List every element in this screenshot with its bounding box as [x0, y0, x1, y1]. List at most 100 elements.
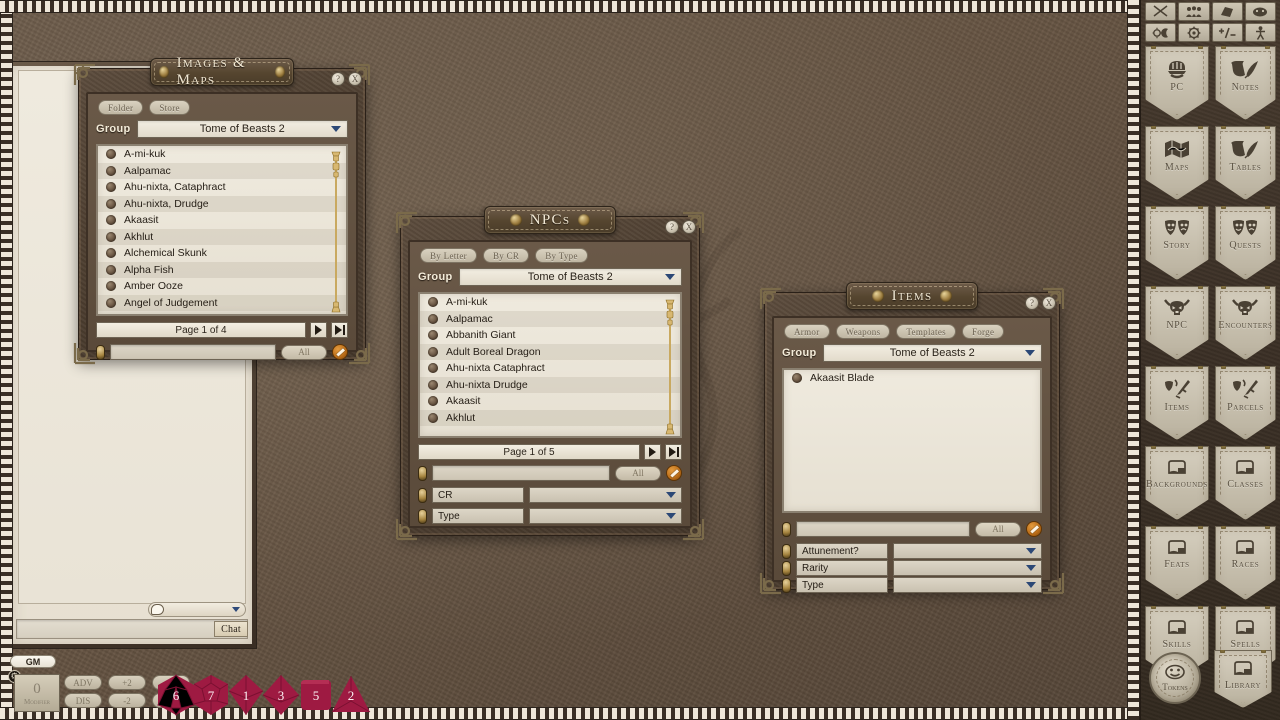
plus-minus-icon[interactable] [1211, 23, 1243, 42]
filter-select-rarity[interactable] [893, 560, 1042, 576]
filter-all-button[interactable]: All [615, 465, 661, 481]
sidebar-item-npc[interactable]: NPC [1145, 286, 1209, 360]
sidebar-item-races[interactable]: Races [1214, 526, 1276, 600]
tab-armor[interactable]: Armor [784, 324, 830, 339]
scrollbar[interactable] [664, 298, 676, 436]
list-item[interactable]: Alchemical Skunk [98, 245, 346, 262]
group-select[interactable]: Tome of Beasts 2 [458, 268, 682, 286]
tab-by-cr[interactable]: By CR [482, 248, 530, 263]
last-page-button[interactable] [665, 444, 682, 460]
edit-button[interactable] [666, 465, 682, 481]
list-item[interactable]: A-mi-kuk [98, 146, 346, 163]
items-list[interactable]: Akaasit Blade [782, 368, 1042, 513]
list-item[interactable]: Ahu-nixta Cataphract [420, 360, 680, 377]
filter-select-attunement[interactable] [893, 543, 1042, 559]
dice-modifier-button[interactable]: +2 [108, 675, 146, 690]
dice-modifier-button[interactable]: -2 [108, 693, 146, 708]
sidebar-item-notes[interactable]: Notes [1214, 46, 1276, 120]
tab-by-letter[interactable]: By Letter [420, 248, 477, 263]
sidebar-item-items[interactable]: Items [1145, 366, 1209, 440]
sidebar-item-story[interactable]: Story [1145, 206, 1209, 280]
list-item[interactable]: A-mi-kuk [420, 294, 680, 311]
next-page-button[interactable] [644, 444, 661, 460]
list-item[interactable]: Aalpamac [98, 162, 346, 179]
list-item[interactable]: Akaasit [420, 393, 680, 410]
page-indicator[interactable]: Page 1 of 5 [418, 444, 640, 460]
scrollbar[interactable] [330, 150, 342, 314]
list-item[interactable]: Abbanith Giant [420, 327, 680, 344]
sidebar-item-encounters[interactable]: Encounters [1214, 286, 1276, 360]
group-select[interactable]: Tome of Beasts 2 [822, 344, 1042, 362]
npc-list[interactable]: A-mi-kuk Aalpamac Abbanith Giant Adult Bore… [418, 292, 682, 438]
list-item[interactable]: Ahu-nixta Drudge [420, 376, 680, 393]
list-item[interactable]: Akaasit Blade [784, 370, 1040, 387]
list-item[interactable]: Aalpamac [420, 310, 680, 327]
list-item[interactable]: Adult Boreal Dragon [420, 343, 680, 360]
tab-by-type[interactable]: By Type [535, 248, 588, 263]
window-images-maps[interactable]: Images & Maps ? X Folder Store Group Tom… [73, 55, 371, 365]
list-item[interactable]: Angel of Judgement [98, 294, 346, 311]
filter-select-cr[interactable] [529, 487, 682, 503]
help-button[interactable]: ? [1025, 296, 1039, 310]
filter-select-type[interactable] [529, 508, 682, 524]
tab-folder[interactable]: Folder [98, 100, 144, 115]
modifiers-icon[interactable] [1211, 2, 1243, 21]
close-button[interactable]: X [1042, 296, 1056, 310]
sidebar-item-feats[interactable]: Feats [1145, 526, 1209, 600]
window-items[interactable]: Items ? X Armor Weapons Templates Forge … [759, 282, 1065, 595]
combat-icon[interactable] [1145, 2, 1177, 21]
sidebar-item-library[interactable]: Library [1214, 650, 1272, 708]
list-item[interactable]: Ahu-nixta, Cataphract [98, 179, 346, 196]
list-item[interactable]: Akhlut [98, 228, 346, 245]
sidebar-item-parcels[interactable]: Parcels [1214, 366, 1276, 440]
help-button[interactable]: ? [665, 220, 679, 234]
calendar-icon[interactable] [1145, 23, 1177, 42]
group-label: Group [418, 271, 453, 283]
modifier-box[interactable]: 0 Modifier [14, 674, 60, 712]
sidebar-item-maps[interactable]: Maps [1145, 126, 1209, 200]
close-button[interactable]: X [682, 220, 696, 234]
search-input[interactable] [432, 465, 610, 481]
window-npcs[interactable]: NPCs ? X By Letter By CR By Type Group T… [395, 206, 705, 541]
sidebar-item-backgrounds[interactable]: Backgrounds [1145, 446, 1209, 520]
die-d4[interactable]: 2 [330, 674, 372, 716]
options-icon[interactable] [1178, 23, 1210, 42]
close-button[interactable]: X [348, 72, 362, 86]
character-icon[interactable] [1244, 23, 1276, 42]
tab-templates[interactable]: Templates [896, 324, 956, 339]
filter-all-button[interactable]: All [975, 521, 1021, 537]
help-button[interactable]: ? [331, 72, 345, 86]
tab-weapons[interactable]: Weapons [835, 324, 891, 339]
sidebar-item-tokens[interactable]: Tokens [1149, 652, 1201, 704]
page-indicator[interactable]: Page 1 of 4 [96, 322, 306, 338]
search-input[interactable] [110, 344, 276, 360]
list-item[interactable]: Akhlut [420, 409, 680, 426]
next-page-button[interactable] [310, 322, 327, 338]
party-icon[interactable] [1178, 2, 1210, 21]
chat-send-button[interactable]: Chat [214, 621, 248, 637]
dice-modifier-button[interactable]: ADV [64, 675, 102, 690]
list-item[interactable]: Ahu-nixta, Drudge [98, 195, 346, 212]
list-item[interactable]: Alpha Fish [98, 261, 346, 278]
gm-tab[interactable]: GM [10, 655, 56, 668]
chevron-down-icon [1026, 548, 1036, 554]
tab-store[interactable]: Store [149, 100, 190, 115]
list-item[interactable]: Akaasit [98, 212, 346, 229]
group-select[interactable]: Tome of Beasts 2 [136, 120, 348, 138]
sidebar-item-tables[interactable]: Tables [1214, 126, 1276, 200]
sidebar-item-quests[interactable]: Quests [1214, 206, 1276, 280]
search-input[interactable] [796, 521, 970, 537]
last-page-button[interactable] [331, 322, 348, 338]
effects-icon[interactable] [1244, 2, 1276, 21]
tab-forge[interactable]: Forge [961, 324, 1005, 339]
dice-modifier-button[interactable]: DIS [64, 693, 102, 708]
edit-button[interactable] [1026, 521, 1042, 537]
filter-all-button[interactable]: All [281, 344, 327, 360]
chat-mode-dropdown[interactable] [148, 602, 246, 617]
list-item[interactable]: Amber Ooze [98, 278, 346, 295]
edit-button[interactable] [332, 344, 348, 360]
filter-select-type[interactable] [893, 577, 1042, 593]
sidebar-item-classes[interactable]: Classes [1214, 446, 1276, 520]
sidebar-item-pc[interactable]: PC [1145, 46, 1209, 120]
images-list[interactable]: A-mi-kuk Aalpamac Ahu-nixta, Cataphract Ahu… [96, 144, 348, 316]
